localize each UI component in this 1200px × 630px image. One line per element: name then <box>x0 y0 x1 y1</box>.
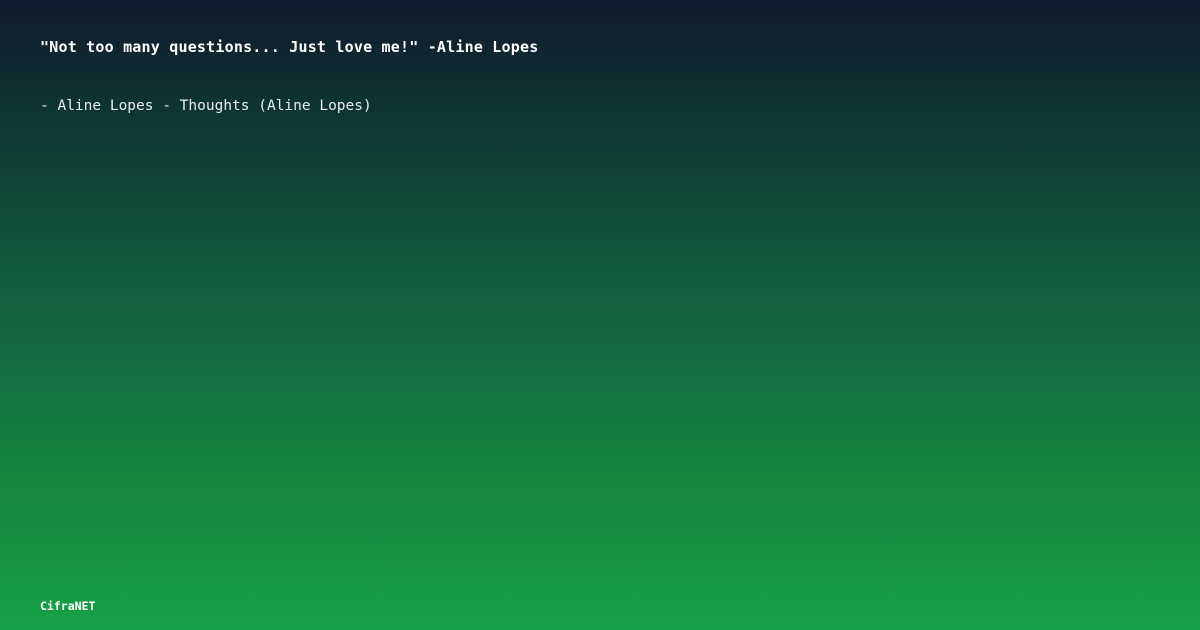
quote-attribution: - Aline Lopes - Thoughts (Aline Lopes) <box>40 98 372 114</box>
quote-text: "Not too many questions... Just love me!… <box>40 38 539 56</box>
quote-card: "Not too many questions... Just love me!… <box>0 0 1200 630</box>
brand-logo-text: CifraNET <box>40 599 96 613</box>
